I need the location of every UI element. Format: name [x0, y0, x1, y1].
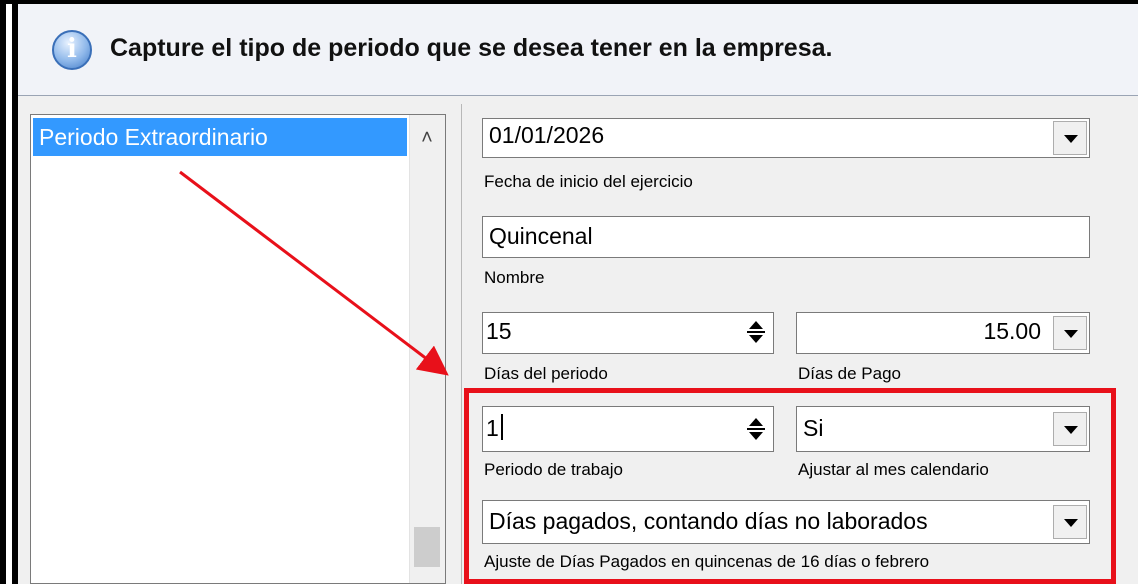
- annotation-arrow: [179, 170, 449, 376]
- dialog-window: i Capture el tipo de periodo que se dese…: [0, 0, 1138, 584]
